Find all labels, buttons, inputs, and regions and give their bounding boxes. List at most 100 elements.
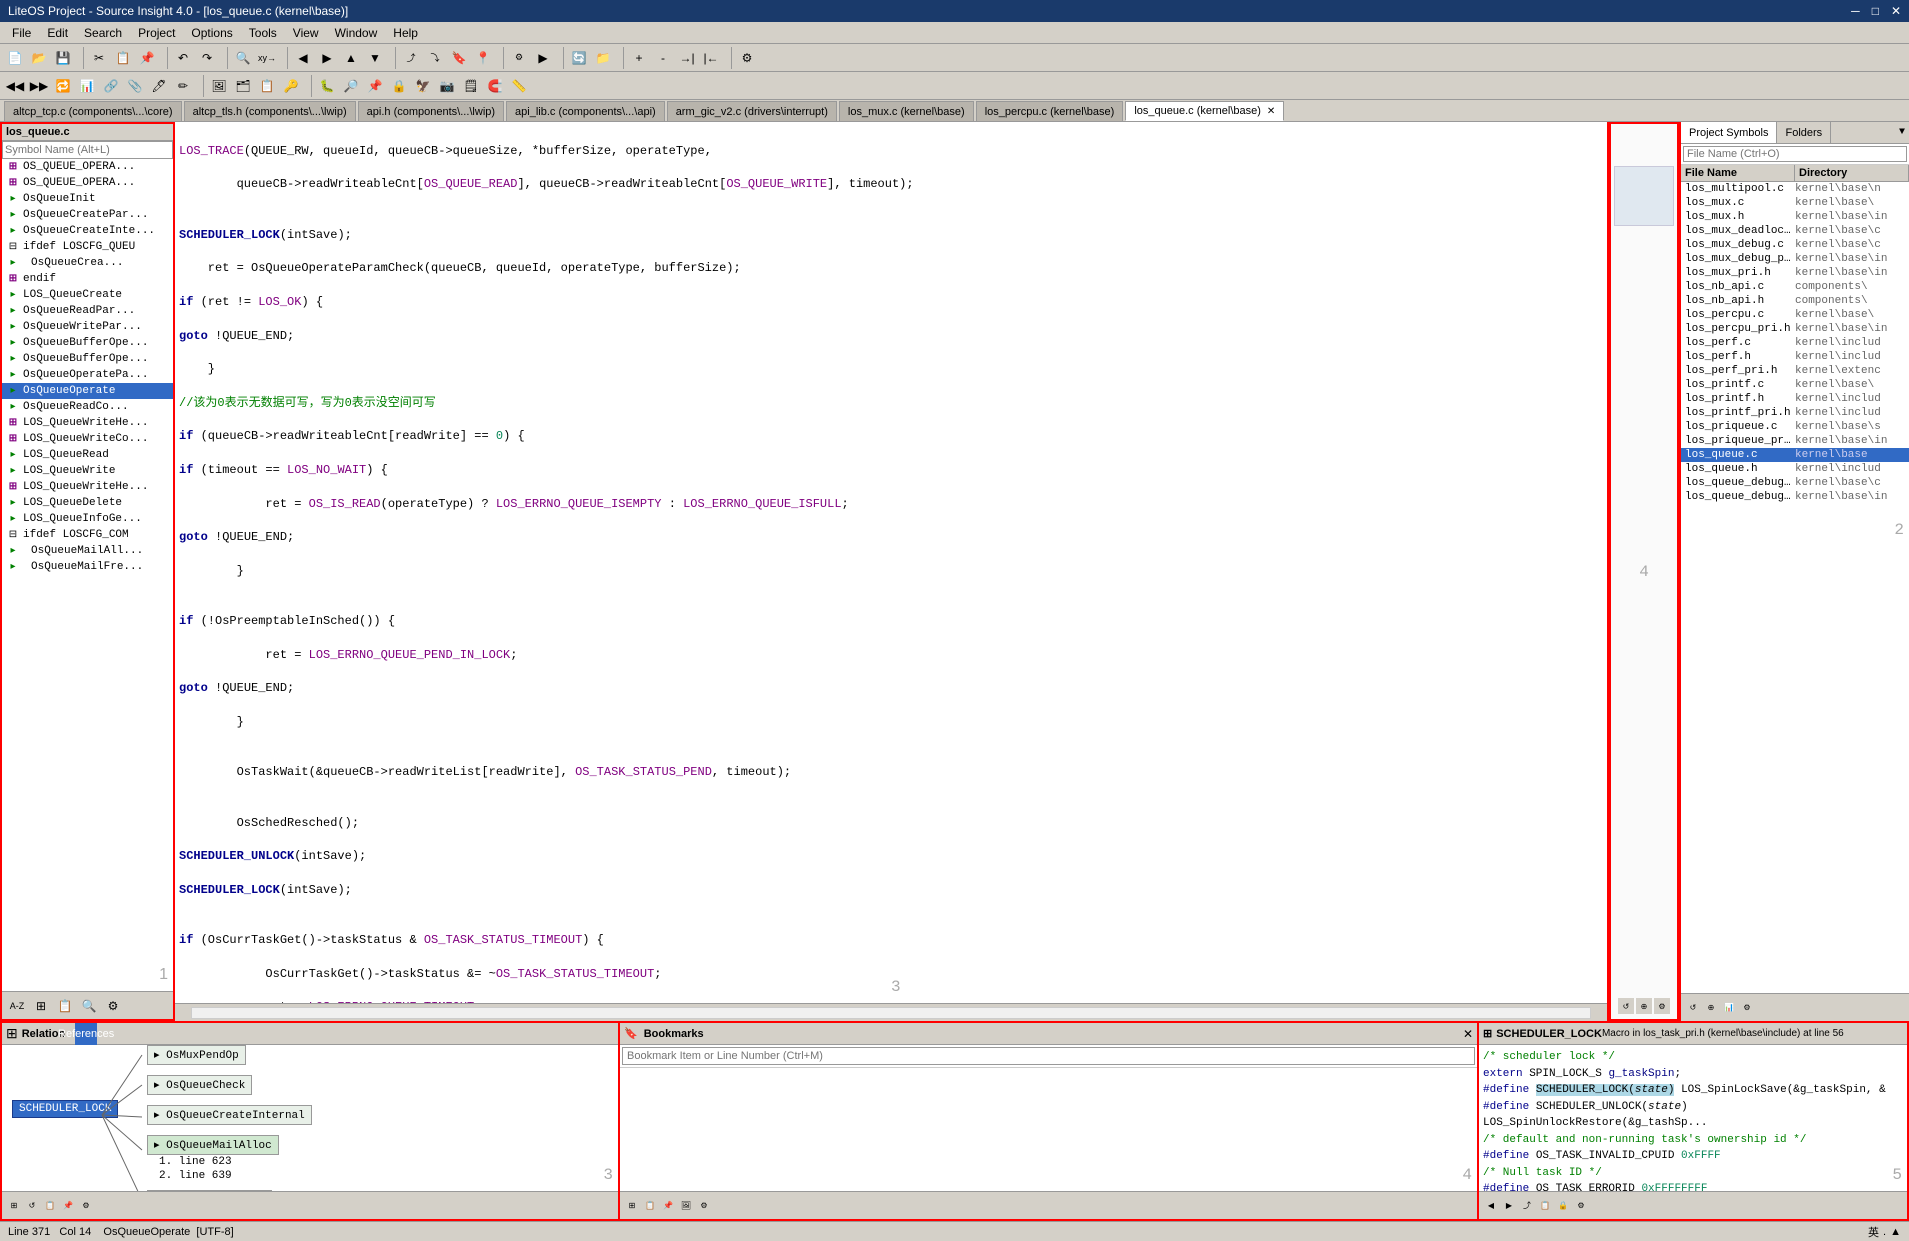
symbol-item-OsQueueReadPar---[interactable]: ▸OsQueueReadPar...: [2, 303, 173, 319]
file-item-los-mux-debug-pri-[interactable]: los_mux_debug_pri.kernel\base\in: [1681, 252, 1909, 266]
symbol-search-input[interactable]: [2, 141, 173, 159]
symbol-item-LOS-QueueWriteHe---[interactable]: ⊞LOS_QueueWriteHe...: [2, 415, 173, 431]
mc-btn-back[interactable]: ◀: [1483, 1198, 1499, 1214]
bookmark-btn[interactable]: 📍: [472, 47, 494, 69]
tb2-btn2[interactable]: ▶▶: [28, 75, 50, 97]
file-item-los-nb-api-h[interactable]: los_nb_api.hcomponents\: [1681, 294, 1909, 308]
redo-btn[interactable]: ↷: [196, 47, 218, 69]
menu-tools[interactable]: Tools: [241, 24, 285, 42]
sym-filter-btn[interactable]: ⊞: [30, 995, 52, 1017]
symbol-item-ifdef-LOSCFG-QUEU[interactable]: ⊟ifdef LOSCFG_QUEU: [2, 239, 173, 255]
rp-btn2[interactable]: ⊕: [1703, 1000, 1719, 1016]
file-item-los-mux-deadlock-c[interactable]: los_mux_deadlock.ckernel\base\c: [1681, 224, 1909, 238]
file-item-los-perf-c[interactable]: los_perf.ckernel\includ: [1681, 336, 1909, 350]
proj-btn[interactable]: 📁: [592, 47, 614, 69]
callee-OsQueueMailAlloc[interactable]: ▸ OsQueueMailAlloc 1. line 623 2. line 6…: [147, 1135, 279, 1183]
tb2-nav9[interactable]: 📏: [508, 75, 530, 97]
tb2-btn1[interactable]: ◀◀: [4, 75, 26, 97]
symbol-item-LOS-QueueWriteCo---[interactable]: ⊞LOS_QueueWriteCo...: [2, 431, 173, 447]
rel-btn5[interactable]: ⚙: [78, 1198, 94, 1214]
symbol-item-ifdef-LOSCFG-COM[interactable]: ⊟ifdef LOSCFG_COM: [2, 527, 173, 543]
symbol-item-OsQueueCrea---[interactable]: ▸OsQueueCrea...: [2, 255, 173, 271]
down-btn[interactable]: ▼: [364, 47, 386, 69]
tb2-nav3[interactable]: 📌: [364, 75, 386, 97]
menu-view[interactable]: View: [285, 24, 327, 42]
tb2-img4[interactable]: 🔑: [280, 75, 302, 97]
outdent-btn[interactable]: |←: [700, 47, 722, 69]
sym-opt1[interactable]: 📋: [54, 995, 76, 1017]
symbol-item-OsQueueCreatePar---[interactable]: ▸OsQueueCreatePar...: [2, 207, 173, 223]
col-filename[interactable]: File Name: [1681, 165, 1795, 181]
mc-btn-lock[interactable]: 🔒: [1555, 1198, 1571, 1214]
tb2-nav6[interactable]: 📷: [436, 75, 458, 97]
file-item-los-mux-c[interactable]: los_mux.ckernel\base\: [1681, 196, 1909, 210]
save-btn[interactable]: 💾: [52, 47, 74, 69]
file-item-los-mux-pri-h[interactable]: los_mux_pri.hkernel\base\in: [1681, 266, 1909, 280]
symbol-item-OS-QUEUE-OPERA---[interactable]: ⊞OS_QUEUE_OPERA...: [2, 175, 173, 191]
mc-btn-jump[interactable]: ⤴: [1519, 1198, 1535, 1214]
caller-node[interactable]: SCHEDULER_LOCK: [12, 1100, 118, 1118]
file-item-los-mux-h[interactable]: los_mux.hkernel\base\in: [1681, 210, 1909, 224]
copy-btn[interactable]: 📋: [112, 47, 134, 69]
back-btn[interactable]: ⤵: [424, 47, 446, 69]
symbol-item-LOS-QueueWriteHe---[interactable]: ⊞LOS_QueueWriteHe...: [2, 479, 173, 495]
symbol-item-OsQueueBufferOpe---[interactable]: ▸OsQueueBufferOpe...: [2, 351, 173, 367]
file-item-los-queue-debug-c[interactable]: los_queue_debug.ckernel\base\c: [1681, 476, 1909, 490]
rel-btn2[interactable]: ↺: [24, 1198, 40, 1214]
tb2-nav7[interactable]: 🗒: [460, 75, 482, 97]
symbol-item-LOS-QueueCreate[interactable]: ▸LOS_QueueCreate: [2, 287, 173, 303]
references-tab-btn[interactable]: References: [75, 1023, 97, 1045]
cut-btn[interactable]: ✂: [88, 47, 110, 69]
mc-btn-ref[interactable]: 📋: [1537, 1198, 1553, 1214]
col-directory[interactable]: Directory: [1795, 165, 1909, 181]
close-btn[interactable]: ✕: [1891, 4, 1901, 18]
tab-api-lib[interactable]: api_lib.c (components\...\api): [506, 101, 665, 121]
tab-close-icon[interactable]: ✕: [1267, 106, 1275, 117]
next-btn[interactable]: ▶: [316, 47, 338, 69]
tab-los-queue[interactable]: los_queue.c (kernel\base) ✕: [1125, 101, 1284, 121]
maximize-btn[interactable]: □: [1872, 4, 1879, 18]
tab-altcp-tls[interactable]: altcp_tls.h (components\...\lwip): [184, 101, 356, 121]
settings-btn[interactable]: ⚙: [736, 47, 758, 69]
jump-btn[interactable]: ⤴: [400, 47, 422, 69]
replace-btn[interactable]: xy→: [256, 47, 278, 69]
rel-btn3[interactable]: 📋: [42, 1198, 58, 1214]
symbol-item-OsQueueInit[interactable]: ▸OsQueueInit: [2, 191, 173, 207]
undo-btn[interactable]: ↶: [172, 47, 194, 69]
tb2-btn4[interactable]: 📊: [76, 75, 98, 97]
file-item-los-mux-debug-c[interactable]: los_mux_debug.ckernel\base\c: [1681, 238, 1909, 252]
callee-OsQueueCreateInternal[interactable]: ▸ OsQueueCreateInternal: [147, 1105, 312, 1125]
bk-btn4[interactable]: 🖼: [678, 1198, 694, 1214]
prev-btn[interactable]: ◀: [292, 47, 314, 69]
file-item-los-printf-pri-h[interactable]: los_printf_pri.hkernel\includ: [1681, 406, 1909, 420]
file-item-los-printf-c[interactable]: los_printf.ckernel\base\: [1681, 378, 1909, 392]
file-item-los-queue-h[interactable]: los_queue.hkernel\includ: [1681, 462, 1909, 476]
open-btn[interactable]: 📂: [28, 47, 50, 69]
bk-btn2[interactable]: 📋: [642, 1198, 658, 1214]
tb2-btn7[interactable]: 🖊: [148, 75, 170, 97]
file-item-los-priqueue-c[interactable]: los_priqueue.ckernel\base\s: [1681, 420, 1909, 434]
tb2-btn5[interactable]: 🔗: [100, 75, 122, 97]
tab-arm-gic[interactable]: arm_gic_v2.c (drivers\interrupt): [667, 101, 837, 121]
symbol-item-OsQueueWritePar---[interactable]: ▸OsQueueWritePar...: [2, 319, 173, 335]
menu-window[interactable]: Window: [327, 24, 386, 42]
file-item-los-printf-h[interactable]: los_printf.hkernel\includ: [1681, 392, 1909, 406]
symbol-item-endif[interactable]: ⊞endif: [2, 271, 173, 287]
sym-settings[interactable]: ⚙: [102, 995, 124, 1017]
tb2-nav8[interactable]: 🧲: [484, 75, 506, 97]
bk-btn3[interactable]: 📌: [660, 1198, 676, 1214]
file-item-los-queue-debug-p[interactable]: los_queue_debug_pkernel\base\in: [1681, 490, 1909, 504]
tb2-img1[interactable]: 🖼: [208, 75, 230, 97]
bk-btn5[interactable]: ⚙: [696, 1198, 712, 1214]
tb2-btn8[interactable]: ✏: [172, 75, 194, 97]
tb2-nav5[interactable]: 🦅: [412, 75, 434, 97]
bookmarks-search-input[interactable]: [622, 1047, 1475, 1065]
up-btn[interactable]: ▲: [340, 47, 362, 69]
sym-opt2[interactable]: 🔍: [78, 995, 100, 1017]
plus-btn[interactable]: +: [628, 47, 650, 69]
file-item-los-perf-h[interactable]: los_perf.hkernel\includ: [1681, 350, 1909, 364]
menu-project[interactable]: Project: [130, 24, 183, 42]
tab-folders[interactable]: Folders: [1777, 122, 1831, 143]
tb2-img2[interactable]: 🗂: [232, 75, 254, 97]
sync-btn[interactable]: 🔄: [568, 47, 590, 69]
